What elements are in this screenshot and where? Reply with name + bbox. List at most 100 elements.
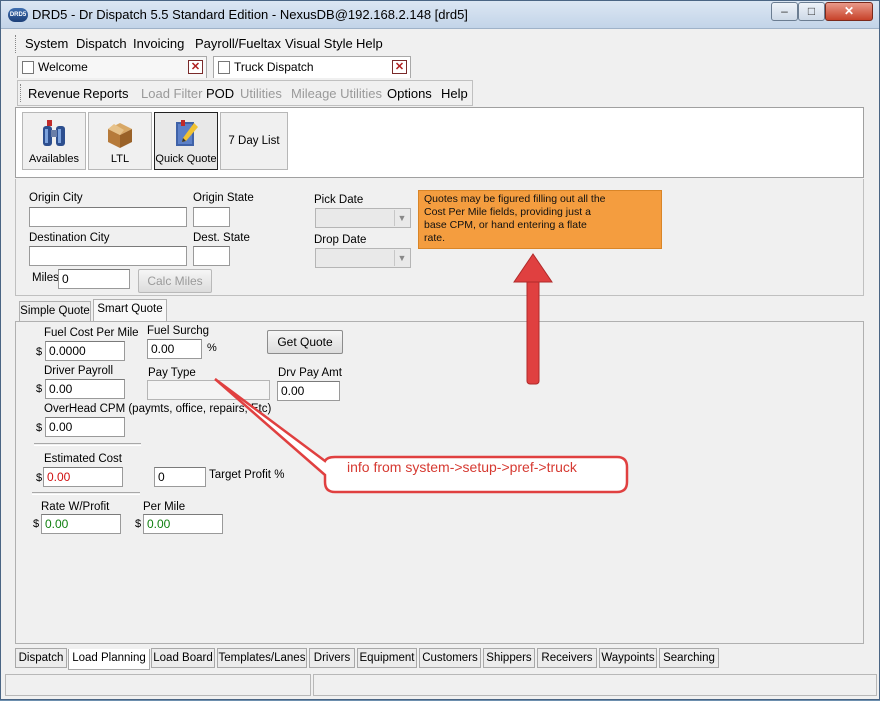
rate-with-profit-value: 0.00 [41, 514, 121, 534]
fuel-cost-input[interactable]: 0.0000 [45, 341, 125, 361]
fuel-surchg-input[interactable]: 0.00 [147, 339, 202, 359]
maximize-button[interactable]: □ [798, 2, 825, 21]
get-quote-button[interactable]: Get Quote [267, 330, 343, 354]
status-panel [5, 674, 311, 696]
menu-payroll-fueltax[interactable]: Payroll/Fueltax [195, 36, 281, 51]
close-tab-icon[interactable]: ✕ [392, 60, 407, 74]
notebook-pencil-icon [176, 120, 198, 146]
origin-state-input[interactable] [193, 207, 230, 227]
app-window: DRD5 DRD5 - Dr Dispatch 5.5 Standard Edi… [0, 0, 880, 700]
tab-shippers[interactable]: Shippers [483, 648, 535, 668]
document-icon [218, 61, 230, 74]
rate-with-profit-label: Rate W/Profit [41, 501, 110, 513]
tab-welcome-label: Welcome [38, 60, 88, 74]
fuel-cost-label: Fuel Cost Per Mile [44, 327, 139, 339]
window-title: DRD5 - Dr Dispatch 5.5 Standard Edition … [32, 7, 468, 22]
miles-label: Miles [32, 272, 59, 284]
submenu-help[interactable]: Help [441, 86, 468, 101]
menu-help[interactable]: Help [356, 36, 383, 51]
chevron-down-icon: ▼ [394, 210, 409, 226]
dest-state-input[interactable] [193, 246, 230, 266]
currency-symbol: $ [33, 518, 40, 530]
chevron-down-icon: ▼ [394, 250, 409, 266]
currency-symbol: $ [135, 518, 142, 530]
tab-drivers[interactable]: Drivers [309, 648, 355, 668]
tab-searching[interactable]: Searching [659, 648, 719, 668]
tab-smart-quote[interactable]: Smart Quote [93, 299, 167, 321]
quote-info-note-text: Quotes may be figured filling out all th… [424, 193, 606, 244]
menu-visual-style[interactable]: Visual Style [285, 36, 353, 51]
smart-quote-panel: Fuel Cost Per Mile $ 0.0000 Fuel Surchg … [15, 321, 864, 644]
minimize-button[interactable]: – [771, 2, 798, 21]
tab-receivers[interactable]: Receivers [537, 648, 597, 668]
close-tab-icon[interactable]: ✕ [188, 60, 203, 74]
destination-city-label: Destination City [29, 232, 110, 244]
miles-input[interactable]: 0 [58, 269, 130, 289]
toolbar-panel: Availables LTL Quick Quote 7 Day List [15, 107, 864, 178]
origin-city-label: Origin City [29, 192, 83, 204]
tab-equipment[interactable]: Equipment [357, 648, 417, 668]
destination-city-input[interactable] [29, 246, 187, 266]
ltl-label: LTL [110, 153, 130, 165]
pay-type-label: Pay Type [148, 367, 196, 379]
seven-day-list-label: 7 Day List [228, 135, 280, 147]
overhead-cpm-label: OverHead CPM (paymts, office, repairs, E… [44, 403, 272, 415]
quick-quote-button[interactable]: Quick Quote [154, 112, 218, 170]
availables-button[interactable]: Availables [22, 112, 86, 170]
currency-symbol: $ [36, 472, 43, 484]
seven-day-list-button[interactable]: 7 Day List [220, 112, 288, 170]
driver-payroll-label: Driver Payroll [44, 365, 114, 377]
menu-invoicing[interactable]: Invoicing [133, 36, 184, 51]
per-mile-label: Per Mile [143, 501, 186, 513]
tab-load-planning[interactable]: Load Planning [68, 649, 150, 670]
tab-waypoints[interactable]: Waypoints [599, 648, 657, 668]
menu-dispatch[interactable]: Dispatch [76, 36, 127, 51]
submenu-options[interactable]: Options [387, 86, 432, 101]
tab-templates-lanes[interactable]: Templates/Lanes [217, 648, 307, 668]
per-mile-value: 0.00 [143, 514, 223, 534]
submenu-utilities: Utilities [240, 86, 282, 101]
separator [32, 492, 140, 495]
currency-symbol: $ [36, 383, 43, 395]
drv-pay-amt-input[interactable]: 0.00 [277, 381, 340, 401]
separator [34, 443, 141, 446]
tab-load-board[interactable]: Load Board [151, 648, 215, 668]
tab-truck-dispatch-label: Truck Dispatch [234, 60, 314, 74]
ltl-button[interactable]: LTL [88, 112, 152, 170]
dest-state-label: Dest. State [193, 232, 250, 244]
box-icon [108, 123, 132, 148]
tab-welcome[interactable]: Welcome ✕ [17, 56, 207, 78]
overhead-cpm-input[interactable]: 0.00 [45, 417, 125, 437]
binoculars-icon [43, 120, 65, 146]
origin-city-input[interactable] [29, 207, 187, 227]
pick-date-picker[interactable]: ▼ [315, 208, 411, 228]
menu-grip [15, 35, 18, 53]
quote-form: Origin City Origin State Destination Cit… [15, 179, 864, 296]
tab-dispatch[interactable]: Dispatch [15, 648, 67, 668]
close-window-button[interactable]: ✕ [825, 2, 873, 21]
bottom-tabs: Dispatch Load Planning Load Board Templa… [15, 648, 875, 670]
app-logo-icon: DRD5 [8, 8, 28, 22]
pay-type-select[interactable] [147, 380, 270, 400]
target-profit-input[interactable]: 0 [154, 467, 206, 487]
menu-system[interactable]: System [25, 36, 68, 51]
drv-pay-amt-label: Drv Pay Amt [278, 367, 342, 379]
estimated-cost-value: 0.00 [43, 467, 123, 487]
annotation-callout-text: info from system->setup->pref->truck [347, 459, 577, 475]
submenu-reports[interactable]: Reports [83, 86, 129, 101]
title-bar: DRD5 DRD5 - Dr Dispatch 5.5 Standard Edi… [1, 1, 879, 29]
estimated-cost-label: Estimated Cost [44, 453, 122, 465]
drop-date-picker[interactable]: ▼ [315, 248, 411, 268]
tab-simple-quote[interactable]: Simple Quote [19, 301, 91, 321]
tab-truck-dispatch[interactable]: Truck Dispatch ✕ [213, 56, 411, 78]
status-bar [5, 674, 877, 696]
submenu-pod[interactable]: POD [206, 86, 234, 101]
submenu-revenue[interactable]: Revenue [28, 86, 80, 101]
calc-miles-button[interactable]: Calc Miles [138, 269, 212, 293]
currency-symbol: $ [36, 346, 43, 358]
truck-dispatch-menu: Revenue Reports Load Filter POD Utilitie… [17, 80, 473, 106]
tab-customers[interactable]: Customers [419, 648, 481, 668]
menu-bar: System Dispatch Invoicing Payroll/Fuelta… [13, 33, 873, 55]
percent-sign: % [207, 342, 217, 354]
driver-payroll-input[interactable]: 0.00 [45, 379, 125, 399]
